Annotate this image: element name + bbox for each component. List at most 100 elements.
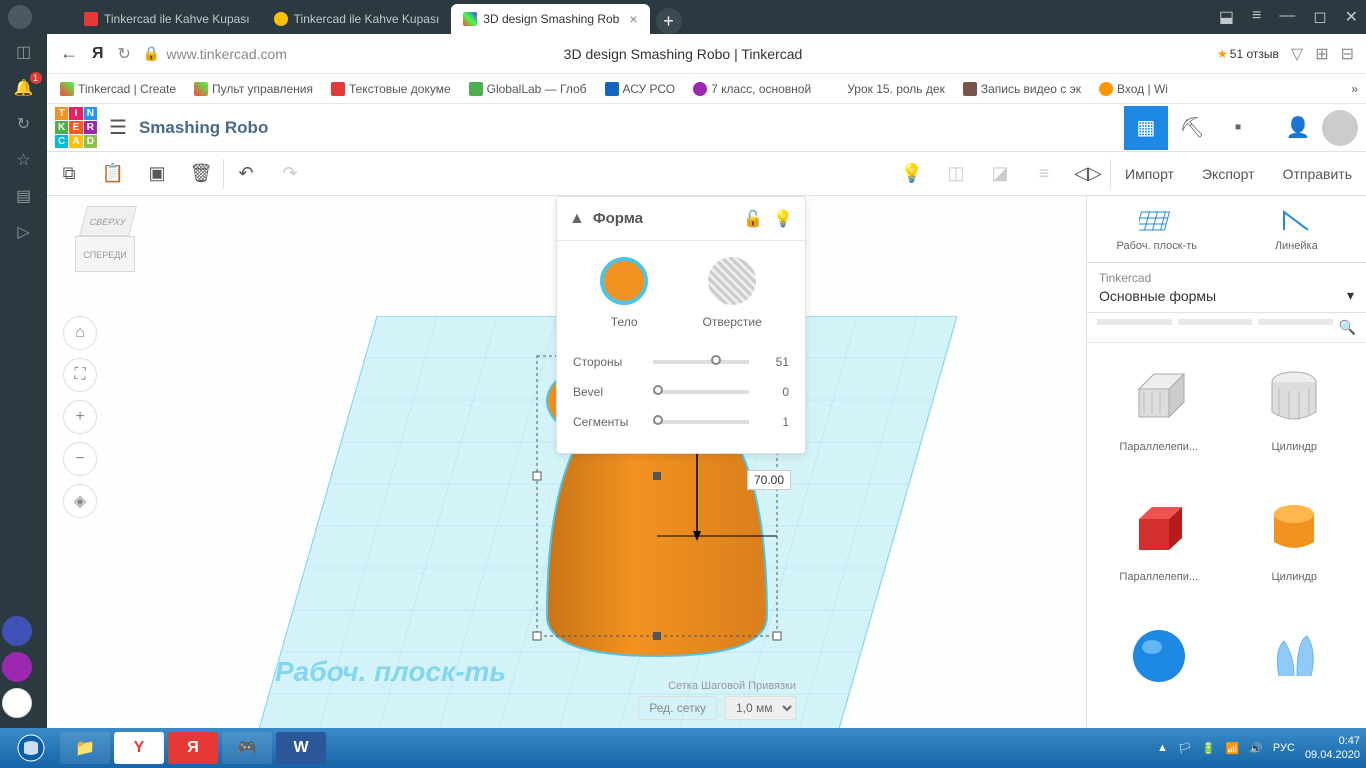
- send-button[interactable]: Отправить: [1269, 166, 1366, 182]
- dimension-value[interactable]: 70.00: [747, 470, 791, 490]
- bulb-icon[interactable]: 💡: [890, 152, 934, 196]
- tray-network-icon[interactable]: 📶: [1226, 742, 1240, 755]
- bookmark-item[interactable]: Запись видео с эк: [963, 82, 1081, 96]
- zoom-out-icon[interactable]: −: [63, 442, 97, 476]
- edit-grid-button[interactable]: Ред. сетку: [638, 696, 717, 720]
- app-icon[interactable]: 🎮: [222, 732, 272, 764]
- bookmark-item[interactable]: Урок 15. роль дек: [829, 82, 945, 96]
- bookmark-item[interactable]: Пульт управления: [194, 82, 313, 96]
- category-selector[interactable]: Tinkercad Основные формы▾: [1087, 263, 1366, 313]
- shape-cylinder-hole[interactable]: Цилиндр: [1231, 351, 1359, 473]
- ungroup-icon[interactable]: ◪: [978, 152, 1022, 196]
- history-icon[interactable]: ↻: [12, 112, 36, 136]
- shape-box[interactable]: Параллелепи...: [1095, 481, 1223, 603]
- profile-icon[interactable]: [8, 5, 32, 29]
- new-tab-button[interactable]: +: [656, 8, 682, 34]
- bookmark-item[interactable]: Вход | Wi: [1099, 82, 1168, 96]
- shape-cylinder[interactable]: Цилиндр: [1231, 481, 1359, 603]
- assistant-1[interactable]: [2, 616, 32, 646]
- assistant-3[interactable]: [2, 688, 32, 718]
- tray-battery-icon[interactable]: 🔋: [1202, 742, 1216, 755]
- project-name[interactable]: Smashing Robo: [139, 118, 268, 138]
- shape-box-hole[interactable]: Параллелепи...: [1095, 351, 1223, 473]
- bookmark-item[interactable]: GlobalLab — Глоб: [469, 82, 587, 96]
- home-view-icon[interactable]: ⌂: [63, 316, 97, 350]
- viewcube-front[interactable]: СПЕРЕДИ: [75, 236, 135, 272]
- browser-tab-3[interactable]: 3D design Smashing Rob ×: [451, 4, 649, 34]
- word-icon[interactable]: W: [276, 732, 326, 764]
- tinkercad-logo[interactable]: TIN KER CAD: [55, 107, 97, 149]
- mirror-icon[interactable]: ◁▷: [1066, 152, 1110, 196]
- ortho-view-icon[interactable]: ◈: [63, 484, 97, 518]
- tray-flag-icon[interactable]: 🏳: [1178, 742, 1192, 755]
- snap-select[interactable]: 1,0 мм: [725, 696, 796, 720]
- user-avatar[interactable]: [1322, 110, 1358, 146]
- solid-option[interactable]: Тело: [600, 257, 648, 331]
- 3d-canvas[interactable]: СВЕРХУ СПЕРЕДИ ⌂ ⛶ + − ◈: [47, 196, 1086, 728]
- lego-icon[interactable]: ▪: [1216, 106, 1260, 150]
- close-window-icon[interactable]: ✕: [1345, 7, 1358, 27]
- collapse-icon[interactable]: ▲: [569, 210, 585, 228]
- back-icon[interactable]: ←: [60, 43, 78, 64]
- maximize-icon[interactable]: ◻: [1313, 7, 1326, 27]
- export-button[interactable]: Экспорт: [1188, 166, 1269, 182]
- search-icon[interactable]: 🔍: [1339, 319, 1356, 336]
- list-icon[interactable]: ☰: [105, 111, 131, 144]
- settings-icon[interactable]: ≡: [1252, 7, 1261, 27]
- slider[interactable]: [653, 360, 749, 364]
- shape-organic[interactable]: [1231, 610, 1359, 720]
- paste-icon[interactable]: 📋: [91, 152, 135, 196]
- zoom-in-icon[interactable]: +: [63, 400, 97, 434]
- bookmark-icon[interactable]: ▽: [1291, 44, 1303, 64]
- rating-badge[interactable]: ★51 отзыв: [1217, 47, 1279, 61]
- slider[interactable]: [653, 420, 749, 424]
- duplicate-icon[interactable]: ▣: [135, 152, 179, 196]
- bookmark-item[interactable]: Текстовые докуме: [331, 82, 451, 96]
- shape-sphere[interactable]: [1095, 610, 1223, 720]
- tray-volume-icon[interactable]: 🔊: [1249, 742, 1263, 755]
- apps-icon[interactable]: ◫: [12, 40, 36, 64]
- import-button[interactable]: Импорт: [1111, 166, 1188, 182]
- bookmark-item[interactable]: Tinkercad | Create: [60, 82, 176, 96]
- bookmark-item[interactable]: 7 класс, основной: [693, 82, 811, 96]
- ruler-tool[interactable]: Линейка: [1227, 196, 1366, 262]
- yandex-browser-icon[interactable]: Y: [114, 732, 164, 764]
- pin-icon[interactable]: ⬓: [1219, 7, 1234, 27]
- copy-icon[interactable]: ⧉: [47, 152, 91, 196]
- view-cube[interactable]: СВЕРХУ СПЕРЕДИ: [75, 206, 141, 282]
- group-icon[interactable]: ◫: [934, 152, 978, 196]
- tray-clock[interactable]: 0:47 09.04.2020: [1305, 734, 1360, 762]
- yandex-icon[interactable]: Я: [168, 732, 218, 764]
- media-icon[interactable]: ▷: [12, 220, 36, 244]
- translate-icon[interactable]: ⊞: [1315, 44, 1328, 64]
- prop-value[interactable]: 0: [759, 385, 789, 399]
- favorites-icon[interactable]: ☆: [12, 148, 36, 172]
- redo-icon[interactable]: ↷: [268, 152, 312, 196]
- downloads-icon[interactable]: ▤: [12, 184, 36, 208]
- delete-icon[interactable]: 🗑: [179, 152, 223, 196]
- bookmark-item[interactable]: АСУ РСО: [605, 82, 676, 96]
- prop-value[interactable]: 1: [759, 415, 789, 429]
- browser-tab-1[interactable]: Tinkercad ile Kahve Kupası: [72, 4, 262, 34]
- browser-tab-2[interactable]: Tinkercad ile Kahve Kupası: [262, 4, 452, 34]
- start-button[interactable]: [6, 732, 56, 764]
- tray-lang[interactable]: РУС: [1273, 742, 1295, 754]
- extensions-icon[interactable]: ⊟: [1341, 44, 1354, 64]
- minecraft-icon[interactable]: ⛏: [1170, 106, 1214, 150]
- minimize-icon[interactable]: —: [1279, 7, 1295, 27]
- reload-icon[interactable]: ↻: [118, 44, 131, 64]
- assistant-2[interactable]: [2, 652, 32, 682]
- lock-icon[interactable]: 🔓: [743, 209, 763, 229]
- notifications-icon[interactable]: 🔔: [12, 76, 36, 100]
- fit-view-icon[interactable]: ⛶: [63, 358, 97, 392]
- undo-icon[interactable]: ↶: [224, 152, 268, 196]
- bulb-icon[interactable]: 💡: [773, 209, 793, 229]
- align-icon[interactable]: ≡: [1022, 152, 1066, 196]
- slider[interactable]: [653, 390, 749, 394]
- bookmarks-overflow[interactable]: »: [1351, 82, 1358, 96]
- close-tab-icon[interactable]: ×: [629, 11, 637, 27]
- prop-value[interactable]: 51: [759, 355, 789, 369]
- tray-up-icon[interactable]: ▲: [1157, 742, 1168, 754]
- explorer-icon[interactable]: 📁: [60, 732, 110, 764]
- blocks-mode-icon[interactable]: ▦: [1124, 106, 1168, 150]
